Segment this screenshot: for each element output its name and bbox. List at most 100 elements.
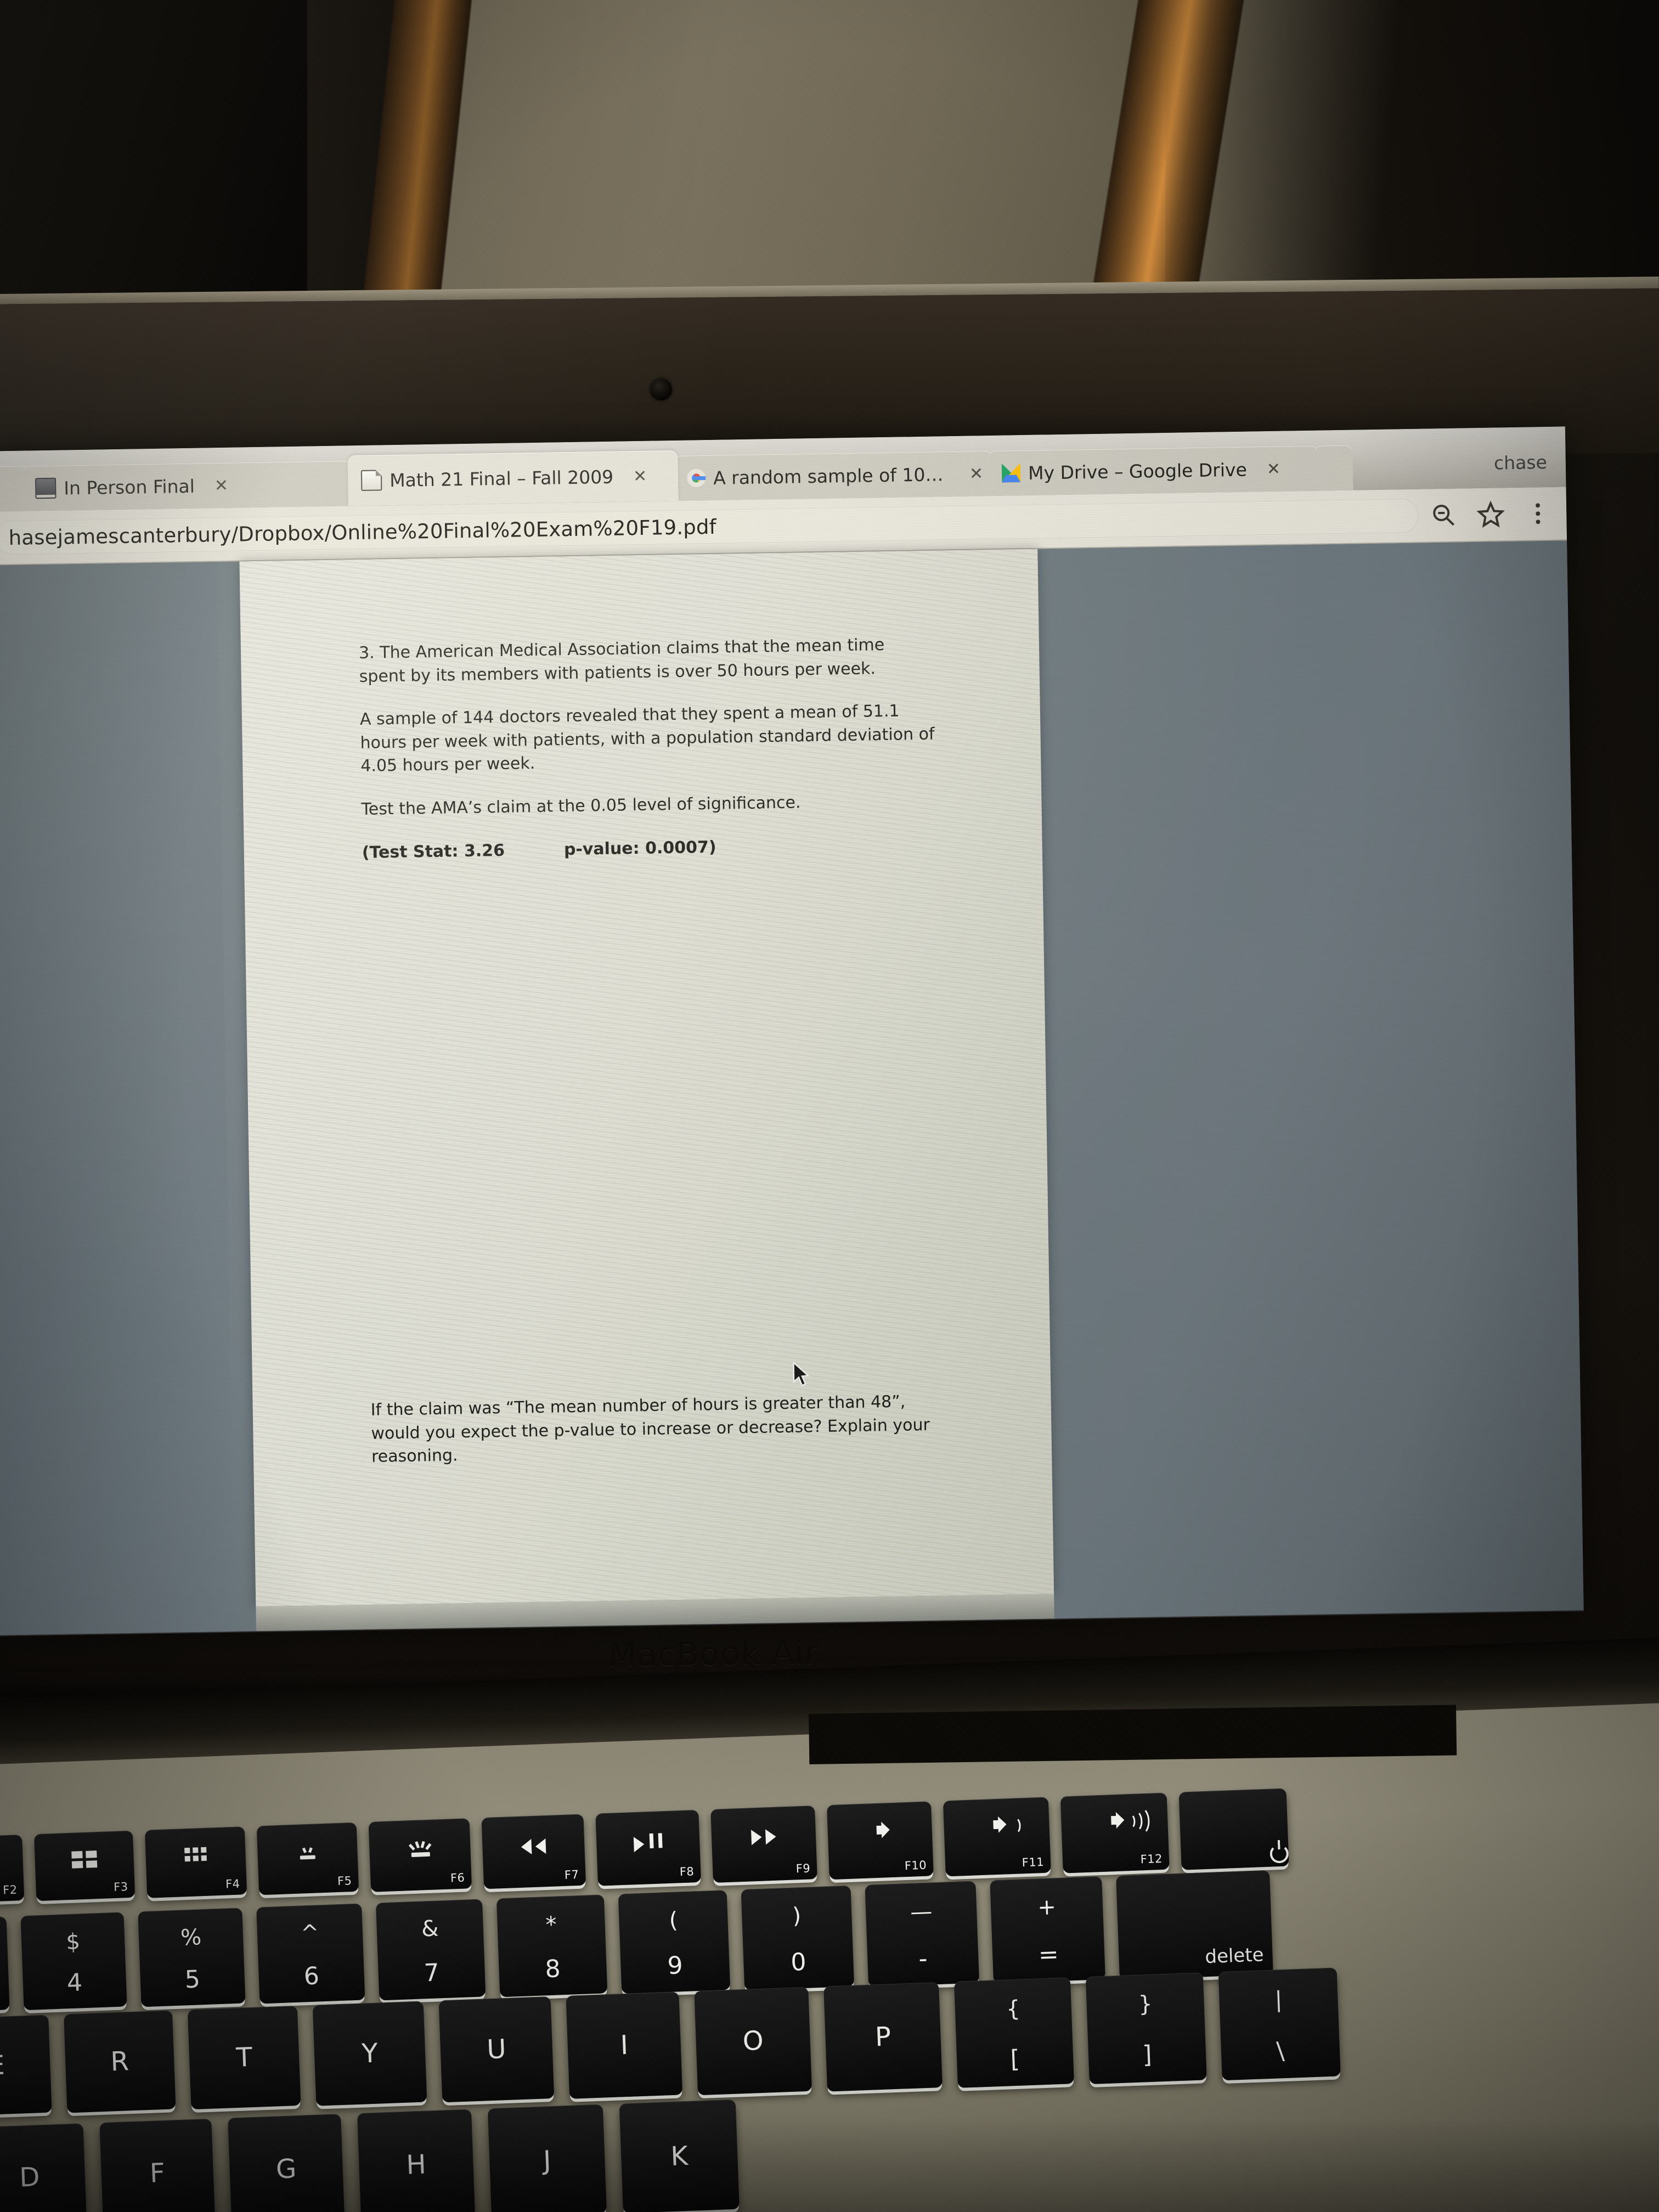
tab-close-button[interactable]: ✕ — [969, 464, 984, 483]
key-t[interactable]: T — [187, 2005, 301, 2110]
key-f4-launchpad[interactable]: F4 — [144, 1826, 247, 1898]
key-i[interactable]: I — [566, 1991, 683, 2099]
key-3[interactable]: # 3 — [0, 1916, 10, 2013]
bookmark-star-icon[interactable] — [1476, 500, 1505, 529]
tab-close-button[interactable]: ✕ — [1267, 459, 1281, 478]
tab-label: A random sample of 100 COS — [713, 463, 950, 489]
key-9[interactable]: ( 9 — [618, 1890, 731, 1994]
fast-forward-icon — [751, 1829, 777, 1848]
tab-close-button[interactable]: ✕ — [633, 466, 647, 486]
key-fn-label: F6 — [450, 1871, 465, 1885]
key-fn-label: F3 — [113, 1880, 129, 1894]
key-bracket-right[interactable]: } ] — [1085, 1972, 1207, 2085]
key-bottom-label: 6 — [303, 1962, 320, 1991]
key-f10-mute[interactable]: F10 — [827, 1801, 934, 1880]
key-fn-label: F7 — [564, 1867, 579, 1882]
key-top-label: % — [180, 1925, 202, 1951]
key-6[interactable]: ^ 6 — [256, 1903, 365, 2004]
key-label: Y — [361, 2038, 379, 2069]
key-f5-keyboard-backlight-down[interactable]: F5 — [256, 1822, 359, 1895]
tab-random-sample[interactable]: A random sample of 100 COS ✕ — [673, 450, 994, 501]
key-f3-mission-control[interactable]: F3 — [33, 1830, 136, 1901]
key-f7-rewind[interactable]: F7 — [481, 1814, 586, 1889]
key-f12-volume-up[interactable]: F12 — [1060, 1792, 1170, 1874]
book-icon — [35, 477, 57, 499]
key-backslash-pipe[interactable]: | \ — [1218, 1967, 1341, 2081]
key-top-label: ( — [668, 1908, 679, 1934]
follow-up-question: If the claim was “The mean number of hou… — [370, 1392, 930, 1467]
key-label: G — [275, 2153, 297, 2185]
key-g[interactable]: G — [228, 2114, 345, 2212]
key-top-label: ) — [792, 1903, 802, 1929]
key-o[interactable]: O — [694, 1987, 812, 2096]
key-f11-volume-down[interactable]: F11 — [943, 1797, 1051, 1877]
tab-my-drive[interactable]: My Drive – Google Drive ✕ — [988, 445, 1319, 496]
key-label: O — [742, 2025, 764, 2057]
google-icon — [686, 469, 706, 488]
key-top-label: * — [545, 1912, 557, 1938]
key-f6-keyboard-backlight-up[interactable]: F6 — [368, 1818, 472, 1892]
key-f2-brightness-up[interactable]: F2 — [0, 1835, 25, 1904]
key-j[interactable]: J — [487, 2104, 607, 2212]
key-fn-label: F10 — [904, 1858, 927, 1873]
key-u[interactable]: U — [438, 1996, 555, 2103]
key-fn-label: F9 — [795, 1861, 811, 1876]
key-f[interactable]: F — [99, 2118, 216, 2212]
rewind-icon — [521, 1838, 546, 1857]
zoom-out-icon[interactable] — [1429, 501, 1458, 530]
tab-in-person-final[interactable]: In Person Final ✕ — [21, 461, 353, 511]
tab-close-button[interactable]: ✕ — [215, 476, 229, 495]
tab-partial-next[interactable] — [1314, 445, 1353, 491]
key-label: D — [19, 2162, 41, 2193]
key-r[interactable]: R — [64, 2010, 176, 2113]
key-top-label: | — [1274, 1987, 1283, 2013]
chrome-menu-icon[interactable] — [1523, 499, 1553, 528]
mouse-cursor-icon — [793, 1362, 810, 1387]
pdf-viewer-left-gutter — [0, 562, 235, 1635]
key-top-label: + — [1037, 1894, 1057, 1921]
key-h[interactable]: H — [357, 2109, 476, 2212]
key-k[interactable]: K — [619, 2099, 740, 2212]
key-label: U — [486, 2034, 507, 2066]
power-icon — [1269, 1844, 1289, 1864]
key-label: T — [235, 2041, 253, 2074]
key-d[interactable]: D — [0, 2123, 87, 2212]
key-fn-label: F11 — [1022, 1855, 1045, 1870]
key-8[interactable]: * 8 — [496, 1894, 608, 1997]
sample-info: A sample of 144 doctors revealed that th… — [359, 701, 935, 776]
key-e[interactable]: E — [0, 2015, 52, 2117]
key-delete[interactable]: delete — [1116, 1870, 1273, 1980]
pdf-page: 3. The American Medical Association clai… — [239, 549, 1054, 1607]
key-top-label: { — [1006, 1996, 1021, 2022]
key-fn-label: F12 — [1140, 1852, 1163, 1866]
key-equals-plus[interactable]: + = — [990, 1876, 1105, 1984]
key-power[interactable] — [1178, 1788, 1289, 1870]
laptop-base: F2 F3 F4 F5 F6 F7 F8 F9 F10 F11 F12 $ 4 … — [0, 1636, 1659, 2212]
key-bottom-label: 0 — [790, 1948, 807, 1977]
key-label: P — [874, 2021, 892, 2053]
key-0[interactable]: ) 0 — [741, 1885, 855, 1990]
key-bottom-label: 7 — [423, 1959, 440, 1988]
key-fn-label: F5 — [337, 1874, 352, 1888]
key-bottom-label: 9 — [667, 1951, 684, 1980]
profile-name-label[interactable]: chase — [1494, 451, 1566, 488]
key-p[interactable]: P — [823, 1982, 943, 2092]
key-label: R — [110, 2046, 129, 2078]
document-icon — [360, 470, 382, 491]
keyboard-backlight-up-icon — [408, 1841, 432, 1858]
launchpad-icon — [184, 1847, 207, 1861]
key-4[interactable]: $ 4 — [20, 1912, 127, 2011]
key-f8-play-pause[interactable]: F8 — [595, 1809, 702, 1886]
key-y[interactable]: Y — [312, 2001, 427, 2106]
key-minus-underscore[interactable]: — - — [865, 1881, 980, 1987]
tab-math-21-final[interactable]: Math 21 Final – Fall 2009 ✕ — [347, 450, 679, 506]
key-f9-fast-forward[interactable]: F9 — [710, 1805, 817, 1883]
key-label: F — [149, 2157, 166, 2189]
keyboard-backlight-down-icon — [296, 1847, 319, 1862]
key-label: delete — [1204, 1944, 1265, 1968]
key-bracket-left[interactable]: { [ — [953, 1977, 1074, 2088]
play-pause-icon — [633, 1832, 663, 1854]
hinge-notch — [809, 1705, 1457, 1764]
key-5[interactable]: % 5 — [138, 1908, 246, 2007]
key-7[interactable]: & 7 — [375, 1899, 486, 2001]
